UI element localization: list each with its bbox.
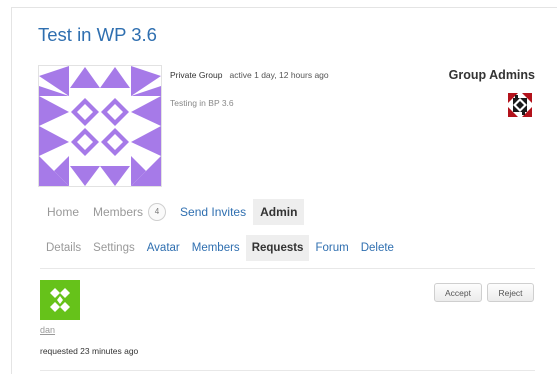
- subtab-forum[interactable]: Forum: [309, 235, 354, 261]
- group-admins-heading: Group Admins: [448, 68, 535, 82]
- subtab-delete[interactable]: Delete: [355, 235, 400, 261]
- request-time: requested 23 minutes ago: [40, 346, 139, 356]
- group-nav: Home Members 4 Send Invites Admin: [40, 199, 305, 225]
- subtab-details[interactable]: Details: [40, 235, 87, 261]
- group-avatar: [38, 65, 162, 187]
- group-avatar-identicon: [39, 66, 161, 186]
- tab-members-label: Members: [93, 205, 144, 219]
- group-type: Private Group: [170, 70, 223, 80]
- subtab-avatar[interactable]: Avatar: [141, 235, 186, 261]
- accept-button[interactable]: Accept: [434, 283, 482, 302]
- subtab-settings[interactable]: Settings: [87, 235, 141, 261]
- subtab-avatar-label: Avatar: [146, 242, 180, 254]
- subtab-settings-label: Settings: [93, 242, 135, 254]
- subtab-requests-label: Requests: [251, 242, 304, 254]
- members-count-badge: 4: [148, 203, 167, 221]
- subtab-members[interactable]: Members: [186, 235, 246, 261]
- tab-members[interactable]: Members 4: [86, 199, 173, 225]
- tab-home-label: Home: [47, 205, 80, 219]
- reject-button[interactable]: Reject: [487, 283, 534, 302]
- tab-send-invites[interactable]: Send Invites: [173, 199, 253, 225]
- admin-subnav: Details Settings Avatar Members Requests…: [40, 235, 400, 261]
- tab-admin-label: Admin: [260, 205, 298, 219]
- group-activity: active 1 day, 12 hours ago: [229, 70, 329, 80]
- user-avatar[interactable]: [40, 280, 80, 320]
- group-description: Testing in BP 3.6: [170, 98, 234, 108]
- tab-home[interactable]: Home: [40, 199, 86, 225]
- divider: [40, 370, 535, 371]
- divider: [40, 268, 535, 269]
- subtab-details-label: Details: [46, 242, 82, 254]
- subtab-forum-label: Forum: [315, 242, 349, 254]
- tab-admin[interactable]: Admin: [253, 199, 305, 225]
- request-user-link[interactable]: dan: [40, 325, 55, 335]
- admin-avatar[interactable]: [508, 93, 532, 117]
- content-panel: [11, 7, 557, 374]
- tab-send-invites-label: Send Invites: [180, 205, 247, 219]
- subtab-members-label: Members: [191, 242, 240, 254]
- group-status: Private Group active 1 day, 12 hours ago: [170, 70, 329, 80]
- subtab-delete-label: Delete: [360, 242, 394, 254]
- user-avatar-identicon: [40, 280, 80, 320]
- admin-avatar-icon: [508, 93, 532, 117]
- subtab-requests[interactable]: Requests: [245, 235, 310, 261]
- page-title[interactable]: Test in WP 3.6: [38, 24, 157, 46]
